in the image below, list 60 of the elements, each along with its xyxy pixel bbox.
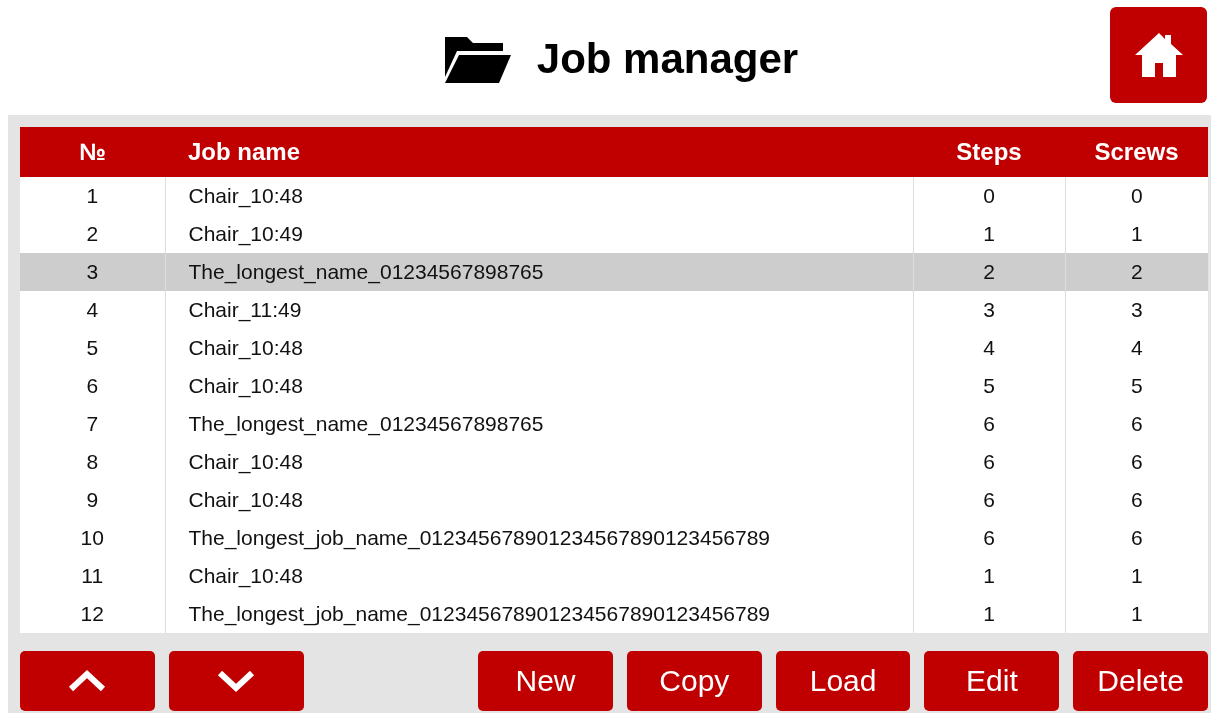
- column-header: №: [20, 127, 165, 177]
- table-cell: 6: [913, 519, 1065, 557]
- home-button[interactable]: [1110, 7, 1207, 103]
- table-cell: 6: [913, 481, 1065, 519]
- table-cell: 6: [913, 443, 1065, 481]
- table-cell: The_longest_name_01234567898765: [165, 253, 913, 291]
- scroll-up-button[interactable]: [20, 651, 155, 711]
- table-cell: Chair_10:48: [165, 367, 913, 405]
- scroll-down-button[interactable]: [168, 651, 304, 711]
- table-cell: 5: [20, 329, 165, 367]
- table-cell: 6: [913, 405, 1065, 443]
- table-cell: 3: [20, 253, 165, 291]
- table-cell: 5: [1065, 367, 1208, 405]
- table-cell: 1: [913, 595, 1065, 633]
- table-cell: Chair_10:48: [165, 177, 913, 215]
- table-cell: 8: [20, 443, 165, 481]
- table-cell: 2: [1065, 253, 1208, 291]
- table-cell: 6: [20, 367, 165, 405]
- table-cell: 2: [913, 253, 1065, 291]
- chevron-up-icon: [67, 669, 108, 693]
- action-button[interactable]: Delete: [1073, 651, 1209, 711]
- action-button[interactable]: New: [478, 651, 613, 711]
- chevron-down-icon: [216, 669, 257, 693]
- table-cell: 4: [20, 291, 165, 329]
- table-cell: 3: [1065, 291, 1208, 329]
- table-cell: 5: [913, 367, 1065, 405]
- table-cell: 9: [20, 481, 165, 519]
- column-header: Screws: [1065, 127, 1208, 177]
- action-button[interactable]: Copy: [626, 651, 762, 711]
- table-cell: 1: [913, 557, 1065, 595]
- table-cell: Chair_11:49: [165, 291, 913, 329]
- table-cell: 12: [20, 595, 165, 633]
- table-cell: 4: [1065, 329, 1208, 367]
- table-cell: 1: [1065, 557, 1208, 595]
- table-cell: 1: [1065, 595, 1208, 633]
- table-cell: The_longest_name_01234567898765: [165, 405, 913, 443]
- action-button[interactable]: Load: [775, 651, 911, 711]
- page-title: Job manager: [536, 35, 799, 83]
- table-cell: 6: [1065, 519, 1208, 557]
- table-cell: 6: [1065, 405, 1208, 443]
- table-cell: 2: [20, 215, 165, 253]
- table-cell: 11: [20, 557, 165, 595]
- column-header: Steps: [913, 127, 1065, 177]
- table-cell: 4: [913, 329, 1065, 367]
- table-cell: 6: [1065, 481, 1208, 519]
- table-cell: 0: [1065, 177, 1208, 215]
- table-cell: Chair_10:48: [165, 557, 913, 595]
- table-cell: Chair_10:48: [165, 481, 913, 519]
- table-cell: Chair_10:48: [165, 443, 913, 481]
- action-button[interactable]: Edit: [924, 651, 1060, 711]
- table-cell: 10: [20, 519, 165, 557]
- table-cell: The_longest_job_name_012345678901234567890123456789: [165, 595, 913, 633]
- table-cell: Chair_10:48: [165, 329, 913, 367]
- table-cell: 0: [913, 177, 1065, 215]
- table-cell: 1: [20, 177, 165, 215]
- table-cell: 3: [913, 291, 1065, 329]
- table-cell: 6: [1065, 443, 1208, 481]
- table-cell: 7: [20, 405, 165, 443]
- column-header: Job name: [165, 127, 913, 177]
- table-cell: The_longest_job_name_012345678901234567890123456789: [165, 519, 913, 557]
